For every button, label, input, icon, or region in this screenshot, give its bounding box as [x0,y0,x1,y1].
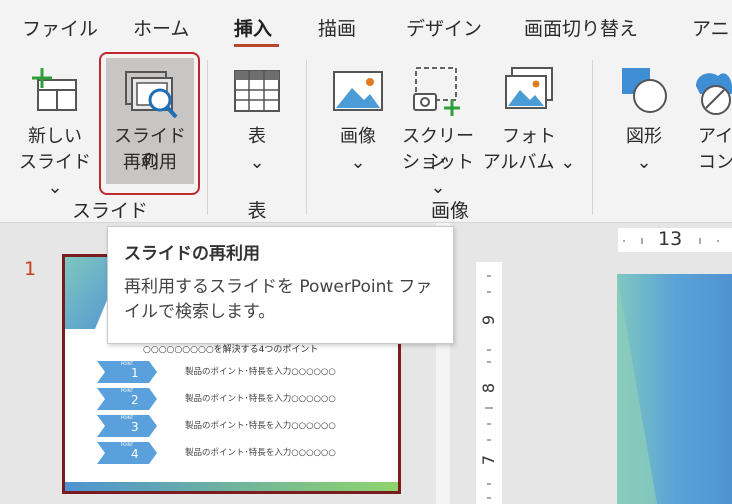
screenshot-button[interactable]: スクリーン ショット ⌄ [396,58,480,198]
shapes-label: 図形 [626,126,662,147]
tooltip-body: 再利用するスライドを PowerPoint ファイルで検索します。 [124,277,433,322]
photo-album-label-line2: アルバム ⌄ [482,152,576,173]
group-label-slides: スライド [71,200,148,222]
new-slide-icon [32,68,77,111]
table-button[interactable]: 表 ⌄ [222,58,292,190]
tab-animations[interactable]: アニメ [692,14,732,41]
tooltip-title: スライドの再利用 [124,244,260,264]
shapes-dropdown-chevron: ⌄ [636,152,652,173]
tab-transitions[interactable]: 画面切り替え [524,14,638,41]
icons-icon [696,73,732,115]
screenshot-label-line2: ショット ⌄ [402,152,474,198]
ruler-label-13: 13 [658,228,683,250]
reuse-slides-tooltip: スライドの再利用 再利用するスライドを PowerPoint ファイルで検索しま… [107,226,454,344]
vertical-ruler: 9 8 7 [476,262,502,504]
tab-draw[interactable]: 描画 [318,14,356,41]
group-separator [592,60,593,215]
table-icon [234,70,280,112]
table-label: 表 [248,126,266,147]
tab-home[interactable]: ホーム [133,14,189,41]
tab-design[interactable]: デザイン [406,14,482,41]
point-number: 1 [131,366,139,380]
image-icon [333,71,383,111]
tab-file[interactable]: ファイル [22,14,98,41]
tab-insert[interactable]: 挿入 [234,14,272,41]
photo-album-label-line1: フォト [502,126,556,147]
icons-button[interactable]: アイ コン [690,58,732,190]
ribbon-insert: 新しい スライド ⌄ スライドの 再利用 スライド 表 ⌄ 表 画像 ⌄ スクリ… [0,52,732,223]
reuse-slides-highlight-box [99,52,200,195]
vertical-ruler-ticks [485,275,493,499]
slide-canvas[interactable] [617,274,732,504]
new-slide-button[interactable]: 新しい スライド ⌄ [14,58,96,198]
point-text: 製品のポイント･特長を入力○○○○○○ [185,448,336,458]
new-slide-label-line2: スライド ⌄ [19,152,91,198]
image-dropdown-chevron: ⌄ [350,152,366,173]
point-text: 製品のポイント･特長を入力○○○○○○ [185,394,336,404]
photo-album-icon [505,67,553,109]
shapes-icon [622,68,667,113]
active-tab-indicator [234,44,279,47]
group-label-tables: 表 [247,200,267,222]
point-number: 2 [131,393,139,407]
table-dropdown-chevron: ⌄ [249,152,265,173]
image-label: 画像 [340,126,376,147]
point-number: 3 [131,420,139,434]
point-text: 製品のポイント･特長を入力○○○○○○ [185,421,336,431]
slide-number: 1 [24,258,37,280]
screenshot-icon [413,67,460,116]
horizontal-ruler: 13 [618,228,732,252]
new-slide-label-line1: 新しい [28,126,82,147]
point-text: 製品のポイント･特長を入力○○○○○○ [185,367,336,377]
image-button[interactable]: 画像 ⌄ [322,58,394,190]
point-number: 4 [131,447,139,461]
group-separator [306,60,307,215]
group-label-images: 画像 [430,200,469,222]
group-separator [207,60,208,215]
ribbon-tab-bar: ファイル ホーム 挿入 描画 デザイン 画面切り替え アニメ [0,0,732,52]
photo-album-button[interactable]: フォト アルバム ⌄ [482,58,576,190]
icons-label-line1: アイ [698,126,732,147]
shapes-button[interactable]: 図形 ⌄ [608,58,680,190]
slide-canvas-background [617,274,732,504]
icons-label-line2: コン [698,152,732,173]
